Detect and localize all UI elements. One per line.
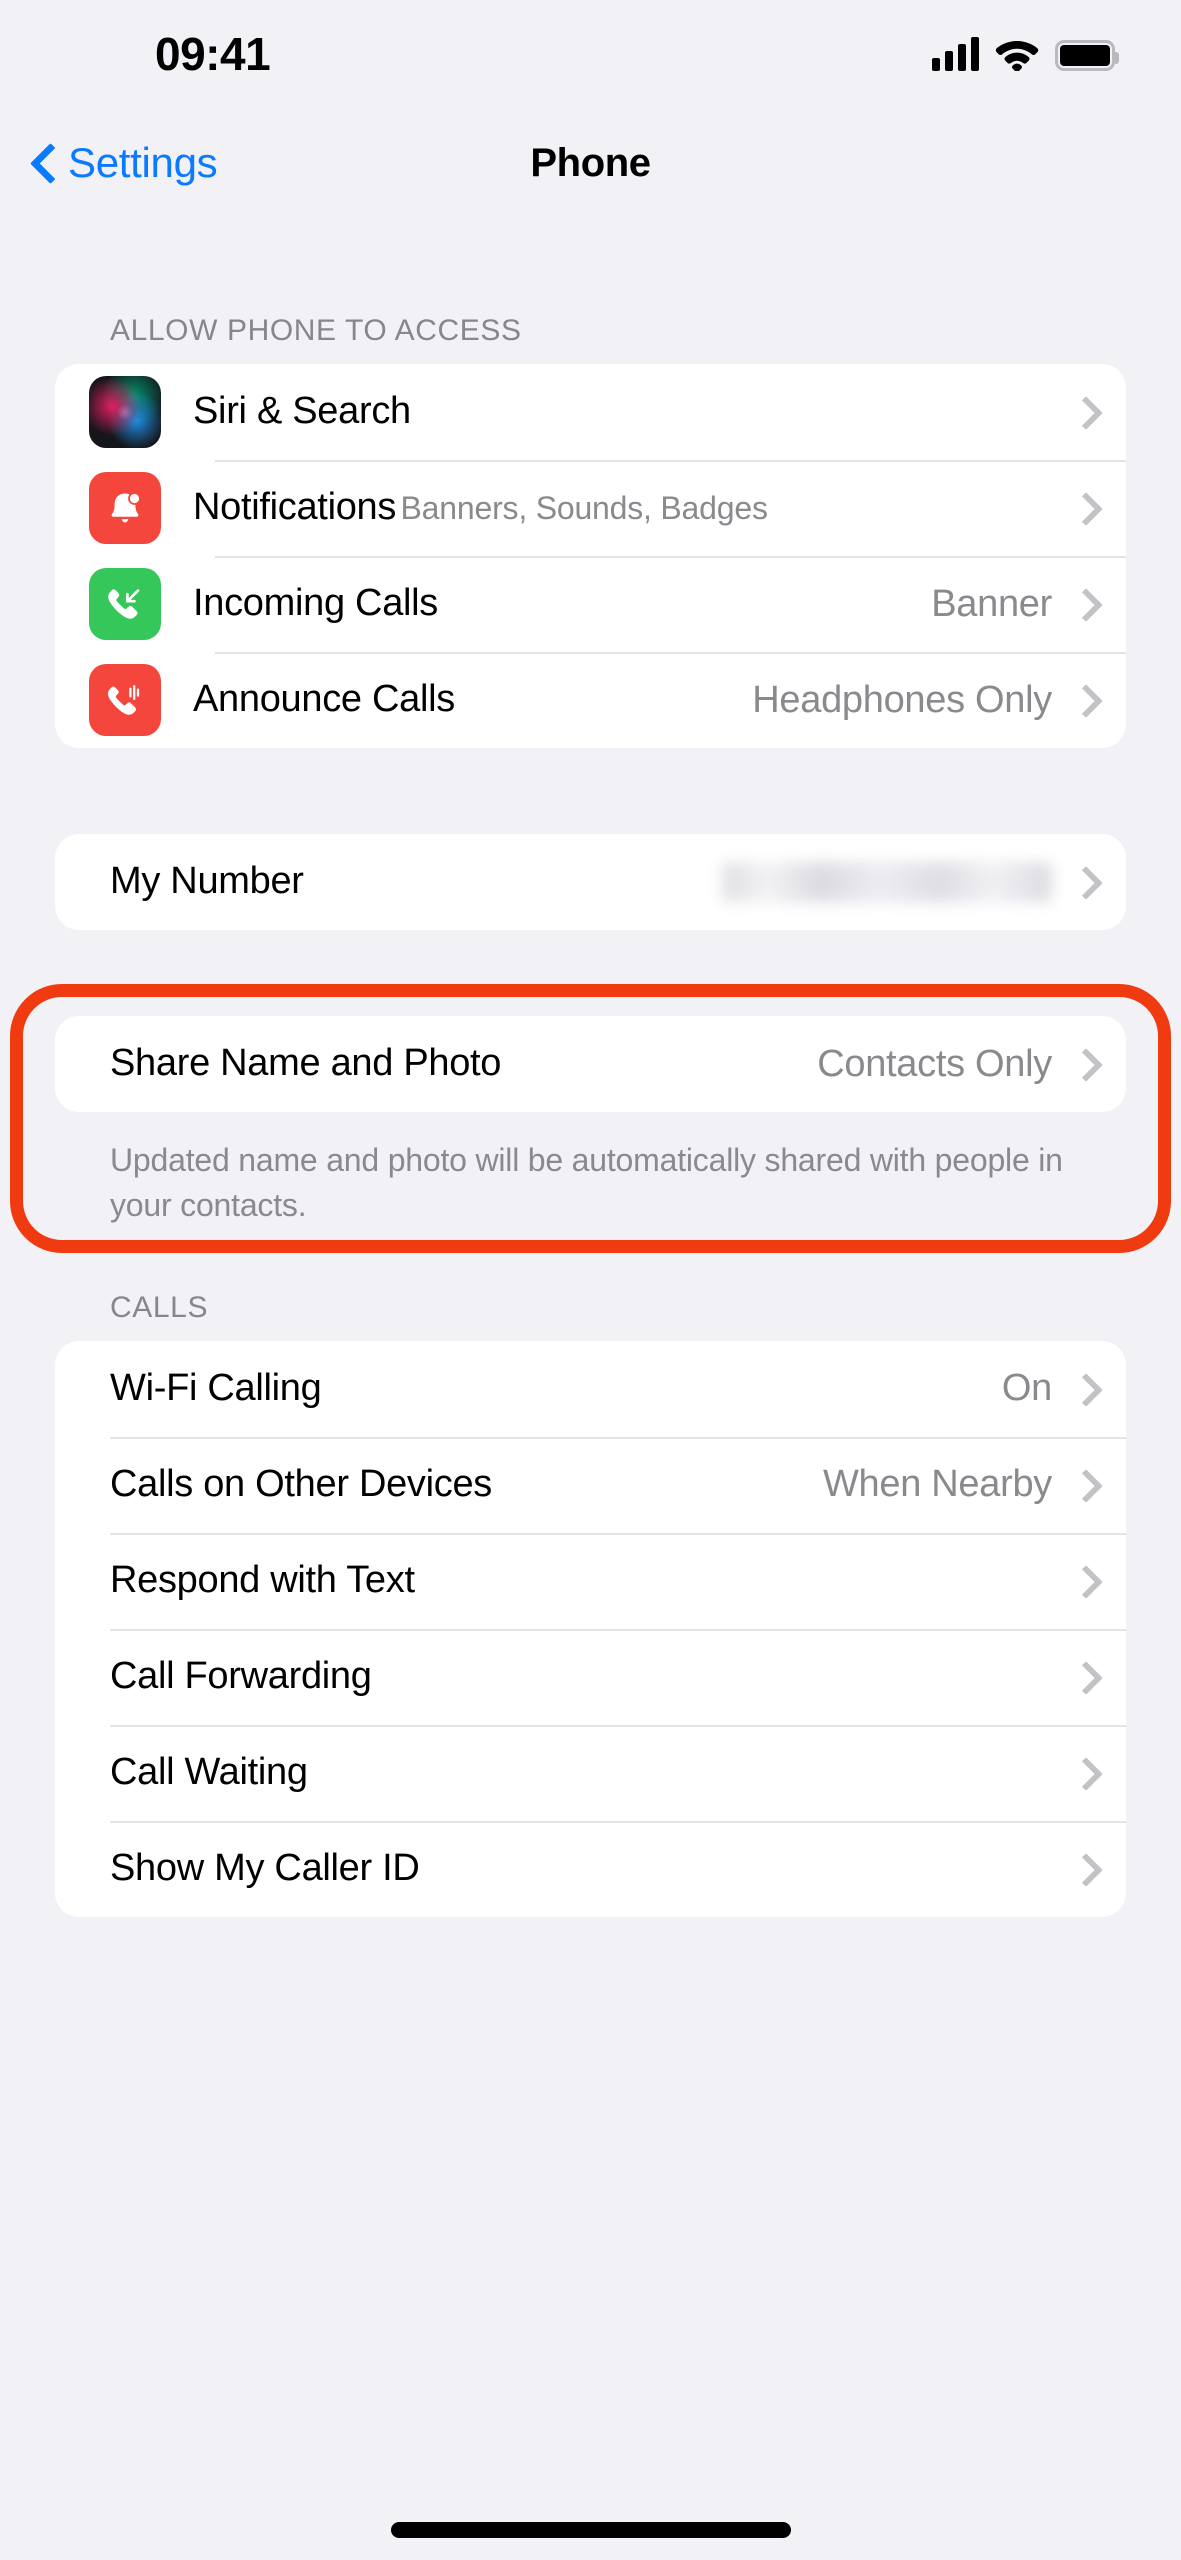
incoming-call-icon <box>89 568 161 640</box>
status-bar: 09:41 <box>0 0 1181 108</box>
row-title: Calls on Other Devices <box>110 1463 492 1506</box>
chevron-right-icon <box>1074 685 1092 715</box>
row-title: Show My Caller ID <box>110 1847 420 1890</box>
row-title: Incoming Calls <box>193 582 439 625</box>
row-incoming-calls[interactable]: Incoming Calls Banner <box>55 556 1126 652</box>
chevron-right-icon <box>1074 397 1092 427</box>
chevron-right-icon <box>1074 1470 1092 1500</box>
row-title: Respond with Text <box>110 1559 415 1602</box>
navigation-bar: Settings Phone <box>0 108 1181 218</box>
card-allow-phone-to-access: Siri & Search Notifications Banners, Sou… <box>55 364 1126 748</box>
wifi-icon <box>995 37 1039 71</box>
chevron-right-icon <box>1074 1374 1092 1404</box>
row-title: Wi-Fi Calling <box>110 1367 322 1410</box>
chevron-right-icon <box>1074 1662 1092 1692</box>
my-number-value-redacted <box>722 862 1052 902</box>
row-label-wrap: Calls on Other Devices <box>110 1462 823 1508</box>
row-title: Notifications <box>193 486 397 529</box>
card-my-number: My Number <box>55 834 1126 930</box>
row-label-wrap: Show My Caller ID <box>110 1846 1074 1892</box>
row-share-name-and-photo[interactable]: Share Name and Photo Contacts Only <box>55 1016 1126 1112</box>
chevron-right-icon <box>1074 867 1092 897</box>
footer-note-share-name-and-photo: Updated name and photo will be automatic… <box>110 1142 1063 1224</box>
status-bar-icons <box>932 37 1119 71</box>
row-calls-on-other-devices[interactable]: Calls on Other Devices When Nearby <box>55 1436 1126 1533</box>
row-my-number[interactable]: My Number <box>55 834 1126 930</box>
row-call-forwarding[interactable]: Call Forwarding <box>55 1628 1126 1725</box>
row-label-wrap: Call Forwarding <box>110 1654 1074 1700</box>
row-value: On <box>1001 1367 1052 1410</box>
row-value: When Nearby <box>822 1463 1052 1506</box>
row-wifi-calling[interactable]: Wi-Fi Calling On <box>55 1341 1126 1437</box>
chevron-right-icon <box>1074 1854 1092 1884</box>
row-label-wrap: Incoming Calls <box>193 581 931 627</box>
chevron-right-icon <box>1074 493 1092 523</box>
row-respond-with-text[interactable]: Respond with Text <box>55 1532 1126 1629</box>
card-calls: Wi-Fi Calling On Calls on Other Devices … <box>55 1340 1126 1917</box>
row-title: Share Name and Photo <box>110 1042 502 1085</box>
chevron-right-icon <box>1074 589 1092 619</box>
row-label-wrap: Announce Calls <box>193 677 752 723</box>
row-value: Contacts Only <box>817 1042 1052 1085</box>
settings-list[interactable]: ALLOW PHONE TO ACCESS Siri & Search Noti… <box>0 218 1181 2560</box>
siri-icon <box>89 376 161 448</box>
home-indicator[interactable] <box>390 2522 791 2538</box>
chevron-right-icon <box>1074 1049 1092 1079</box>
row-label-wrap: My Number <box>110 859 722 905</box>
back-button-settings[interactable]: Settings <box>32 139 218 187</box>
highlighted-section-share-name-and-photo: Share Name and Photo Contacts Only Updat… <box>0 984 1181 1253</box>
row-call-waiting[interactable]: Call Waiting <box>55 1724 1126 1821</box>
chevron-right-icon <box>1074 1566 1092 1596</box>
section-header-allow-phone-to-access: ALLOW PHONE TO ACCESS <box>110 314 522 347</box>
row-value: Banner <box>931 582 1052 625</box>
phone-settings-screen: 09:41 Settings Phone ALLOW PHONE TO ACCE… <box>0 0 1181 2560</box>
row-notifications[interactable]: Notifications Banners, Sounds, Badges <box>55 460 1126 556</box>
row-value: Headphones Only <box>752 678 1052 721</box>
row-title: Call Forwarding <box>110 1655 372 1698</box>
row-label-wrap: Wi-Fi Calling <box>110 1366 1002 1412</box>
announce-calls-icon <box>89 664 161 736</box>
row-label-wrap: Notifications Banners, Sounds, Badges <box>193 485 1074 531</box>
notifications-bell-icon <box>89 472 161 544</box>
row-title: Announce Calls <box>193 678 455 721</box>
section-header-calls: CALLS <box>110 1290 209 1324</box>
row-show-my-caller-id[interactable]: Show My Caller ID <box>55 1820 1126 1917</box>
row-label-wrap: Call Waiting <box>110 1750 1074 1796</box>
row-siri-and-search[interactable]: Siri & Search <box>55 364 1126 460</box>
back-button-label: Settings <box>68 139 218 186</box>
card-share-name-and-photo: Share Name and Photo Contacts Only <box>55 1016 1126 1112</box>
chevron-left-icon <box>32 144 54 182</box>
row-title: Siri & Search <box>193 390 411 433</box>
row-label-wrap: Share Name and Photo <box>110 1041 817 1087</box>
row-title: Call Waiting <box>110 1751 308 1794</box>
row-label-wrap: Respond with Text <box>110 1558 1074 1604</box>
row-title: My Number <box>110 860 304 903</box>
battery-icon <box>1055 40 1119 71</box>
chevron-right-icon <box>1074 1758 1092 1788</box>
row-announce-calls[interactable]: Announce Calls Headphones Only <box>55 652 1126 748</box>
row-subtitle: Banners, Sounds, Badges <box>400 490 768 527</box>
row-label-wrap: Siri & Search <box>193 389 1074 435</box>
cellular-signal-icon <box>932 37 979 71</box>
